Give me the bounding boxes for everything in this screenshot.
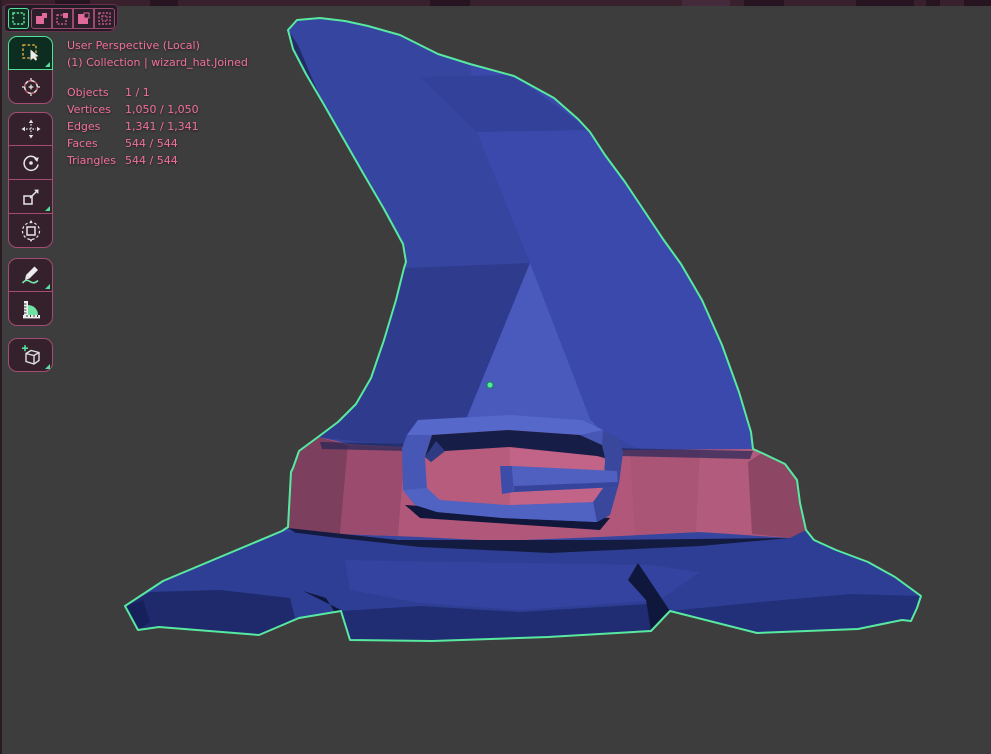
mode-set-icon — [12, 11, 25, 25]
tool-move[interactable] — [8, 112, 53, 146]
strap-bar-edge — [514, 482, 618, 492]
select-mode-intersect-button[interactable] — [94, 7, 115, 29]
stats-objects-label: Objects — [67, 86, 109, 99]
stats-edges-label: Edges — [67, 120, 101, 133]
select-mode-subtract-button[interactable] — [52, 7, 73, 29]
cone-right-facet — [470, 64, 753, 450]
move-icon — [21, 119, 40, 139]
cone-bump-facet — [420, 75, 590, 132]
cone-front-triangle — [467, 263, 592, 424]
buckle-bottom-facet — [403, 488, 597, 522]
mode-intersect-icon — [98, 11, 111, 25]
stats-faces-value: 544 / 544 — [125, 137, 178, 150]
viewport-toolbar — [8, 36, 53, 372]
mode-invert-icon — [78, 12, 90, 24]
stats-triangles-value: 544 / 544 — [125, 154, 178, 167]
band-bottom-shadow — [288, 528, 800, 554]
window-top-strip — [0, 0, 991, 6]
add-cube-icon — [21, 345, 40, 365]
tool-cursor[interactable] — [8, 70, 53, 104]
submenu-indicator — [45, 364, 50, 369]
buckle-inner-bevel — [425, 441, 445, 462]
hat-band — [288, 437, 806, 541]
stats-vertices-label: Vertices — [67, 103, 111, 116]
brim-right-rim-facet — [670, 594, 921, 633]
blender-3d-viewport: { "window": { "bg_color": "#3d3d3d", "to… — [0, 0, 991, 754]
select-mode-invert-button[interactable] — [73, 7, 94, 29]
select-mode-extend-button[interactable] — [31, 7, 52, 29]
mode-extend-icon — [36, 12, 47, 24]
band-left-dark-facet — [288, 437, 348, 534]
transform-icon — [21, 219, 40, 242]
buckle-hole — [425, 430, 605, 505]
tool-annotate[interactable] — [8, 258, 53, 292]
tool-rotate[interactable] — [8, 146, 53, 180]
object-origin-dot — [486, 381, 494, 389]
stats-triangles-label: Triangles — [67, 154, 116, 167]
band-left-facet — [340, 445, 405, 536]
tool-add-cube[interactable] — [8, 338, 53, 372]
annotate-pencil-icon — [21, 266, 39, 284]
brim-center-rim-facet — [341, 604, 651, 641]
mode-subtract-icon — [56, 12, 68, 25]
buckle-frame — [402, 415, 623, 522]
brim-left-crevice — [303, 591, 352, 640]
collar-chip — [500, 421, 602, 440]
stats-vertices-value: 1,050 / 1,050 — [125, 103, 199, 116]
band-far-right-facet — [748, 453, 806, 538]
buckle-right-facet — [593, 430, 623, 522]
tool-measure[interactable] — [8, 292, 53, 326]
tool-select-box[interactable] — [8, 36, 53, 70]
rotate-icon — [22, 155, 39, 171]
submenu-indicator — [45, 284, 50, 289]
brim-right-crevice — [628, 563, 670, 631]
select-mode-set-button[interactable] — [8, 7, 29, 29]
stats-edges-value: 1,341 / 1,341 — [125, 120, 199, 133]
brim-center-facet — [345, 560, 700, 610]
cone-left-facet — [318, 263, 530, 445]
hat-brim — [125, 530, 921, 641]
strap-left-tab — [500, 466, 514, 494]
submenu-indicator — [45, 206, 50, 211]
band-top-shadow — [320, 442, 753, 459]
active-object-breadcrumb: (1) Collection | wizard_hat.Joined — [67, 56, 248, 69]
band-right-bright-facet — [696, 449, 762, 534]
buckle-top-facet — [407, 415, 603, 435]
tip-shadow-facet — [288, 30, 406, 300]
tool-settings-header — [4, 4, 118, 32]
submenu-indicator — [45, 62, 50, 67]
strap-bar — [512, 466, 618, 492]
buckle-shadow — [405, 505, 610, 530]
view-perspective-label: User Perspective (Local) — [67, 39, 200, 52]
tool-scale[interactable] — [8, 180, 53, 214]
window-left-edge — [0, 0, 2, 754]
brim-left-end-facet — [125, 600, 150, 630]
hat-cone — [125, 18, 921, 641]
cursor-3d-icon — [21, 77, 40, 96]
measure-ruler-icon — [22, 300, 40, 318]
selection-outline — [124, 17, 922, 642]
band-right-facet — [630, 450, 700, 535]
stats-faces-label: Faces — [67, 137, 98, 150]
select-box-icon — [21, 44, 39, 61]
buckle-hole-bright — [510, 448, 605, 505]
brim-left-rim-facet — [125, 590, 295, 635]
scale-icon — [22, 189, 38, 205]
buckle-inner-shadow — [425, 430, 605, 462]
tool-transform[interactable] — [8, 214, 53, 248]
stats-objects-value: 1 / 1 — [125, 86, 150, 99]
